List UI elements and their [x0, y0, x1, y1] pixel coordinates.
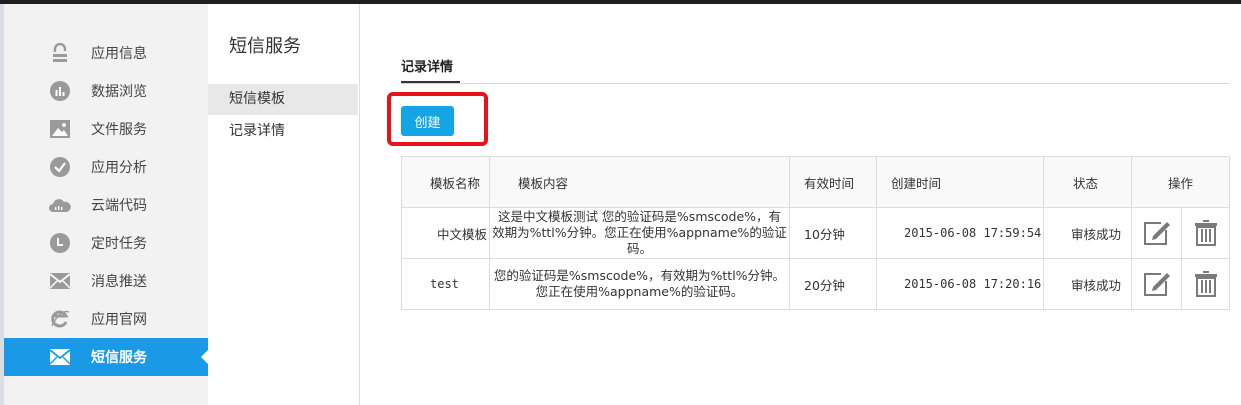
- edit-icon[interactable]: [1142, 269, 1172, 299]
- ie-icon: [49, 308, 71, 330]
- sidebar-item-app-info[interactable]: 应用信息: [4, 34, 208, 72]
- table-row: 中文模板 这是中文模板测试 您的验证码是%smscode%，有效期为%ttl%分…: [401, 207, 1231, 259]
- table-header-row: 模板名称 模板内容 有效时间 创建时间 状态 操作: [401, 156, 1231, 208]
- cell-valid-time: 20分钟: [789, 258, 877, 310]
- edit-icon[interactable]: [1142, 218, 1172, 248]
- column-header-name: 模板名称: [401, 156, 490, 208]
- sub-sidebar: 短信服务 短信模板 记录详情: [208, 4, 360, 405]
- table-row: test 您的验证码是%smscode%，有效期为%ttl%分钟。您正在使用%a…: [401, 258, 1231, 310]
- clock-icon: [49, 232, 71, 254]
- section-divider: [401, 83, 1229, 84]
- column-header-created-time: 创建时间: [876, 156, 1044, 208]
- column-header-valid-time: 有效时间: [789, 156, 877, 208]
- cell-edit: [1131, 258, 1182, 310]
- sidebar-item-cloud-code[interactable]: 云端代码: [4, 186, 208, 224]
- subnav-title: 短信服务: [229, 36, 301, 57]
- sidebar-item-label: 应用分析: [91, 160, 147, 176]
- sidebar: 应用信息 数据浏览 文件服务 应用分析 云端代码 定时任务 消息推送 应用官网 …: [0, 4, 208, 405]
- sidebar-item-label: 应用官网: [91, 312, 147, 328]
- sidebar-item-label: 定时任务: [91, 236, 147, 252]
- column-header-status: 状态: [1043, 156, 1132, 208]
- sidebar-item-label: 文件服务: [91, 122, 147, 138]
- section-title: 记录详情: [401, 60, 454, 75]
- sidebar-item-sms-service[interactable]: 短信服务: [4, 338, 208, 376]
- cell-status: 审核成功: [1043, 207, 1132, 259]
- column-header-actions: 操作: [1130, 156, 1231, 208]
- lock-icon: [49, 42, 71, 64]
- cell-template-content: 这是中文模板测试 您的验证码是%smscode%，有效期为%ttl%分钟。您正在…: [489, 207, 790, 259]
- sidebar-item-label: 数据浏览: [91, 84, 147, 100]
- cell-template-name: test: [401, 258, 490, 310]
- sidebar-item-file-service[interactable]: 文件服务: [4, 110, 208, 148]
- cell-created-time: 2015-06-08 17:59:54: [876, 207, 1044, 259]
- template-table: 模板名称 模板内容 有效时间 创建时间 状态 操作 中文模板 这是中文模板测试 …: [401, 156, 1231, 310]
- chart-icon: [49, 80, 71, 102]
- sidebar-item-data-browse[interactable]: 数据浏览: [4, 72, 208, 110]
- cell-template-content: 您的验证码是%smscode%，有效期为%ttl%分钟。您正在使用%appnam…: [489, 258, 790, 310]
- mail-icon: [49, 270, 71, 292]
- sidebar-item-label: 短信服务: [91, 350, 147, 366]
- subnav-item-sms-template[interactable]: 短信模板: [208, 84, 358, 115]
- subnav-item-record-details[interactable]: 记录详情: [208, 116, 358, 147]
- cell-edit: [1131, 207, 1182, 259]
- cell-delete: [1180, 258, 1231, 310]
- main-content: 记录详情 创建 模板名称 模板内容 有效时间 创建时间 状态 操作 中文模板 这…: [360, 4, 1241, 405]
- sms-icon: [49, 346, 71, 368]
- check-icon: [49, 156, 71, 178]
- sidebar-item-label: 应用信息: [91, 46, 147, 62]
- sidebar-item-scheduled-task[interactable]: 定时任务: [4, 224, 208, 262]
- cell-delete: [1180, 207, 1231, 259]
- cell-created-time: 2015-06-08 17:20:16: [876, 258, 1044, 310]
- cell-status: 审核成功: [1043, 258, 1132, 310]
- trash-icon[interactable]: [1191, 269, 1221, 299]
- image-icon: [49, 118, 71, 140]
- column-header-content: 模板内容: [489, 156, 790, 208]
- sidebar-item-label: 云端代码: [91, 198, 147, 214]
- cell-valid-time: 10分钟: [789, 207, 877, 259]
- sidebar-item-app-analytics[interactable]: 应用分析: [4, 148, 208, 186]
- sidebar-item-label: 消息推送: [91, 274, 147, 290]
- sidebar-item-push[interactable]: 消息推送: [4, 262, 208, 300]
- cloud-icon: [49, 194, 71, 216]
- sidebar-item-website[interactable]: 应用官网: [4, 300, 208, 338]
- trash-icon[interactable]: [1191, 218, 1221, 248]
- cell-template-name: 中文模板: [401, 207, 490, 259]
- create-button[interactable]: 创建: [401, 106, 454, 136]
